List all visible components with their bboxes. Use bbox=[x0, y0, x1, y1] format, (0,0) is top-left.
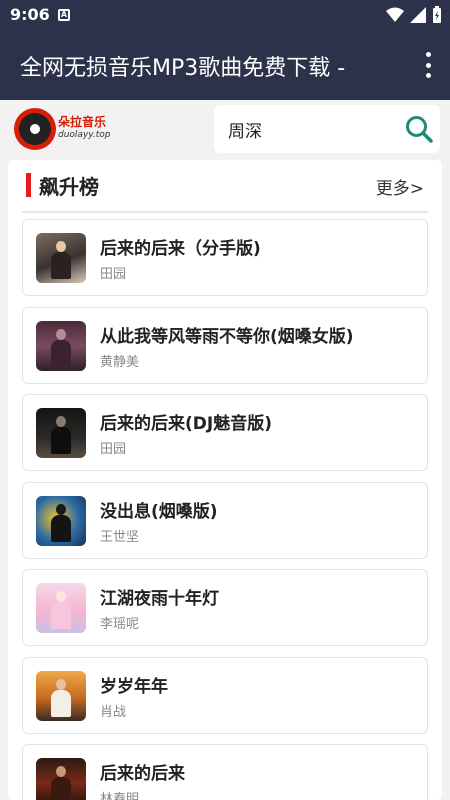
header: 朵拉音乐 duolayy.top bbox=[0, 100, 450, 158]
status-icons bbox=[386, 6, 442, 24]
song-item[interactable]: 岁岁年年 肖战 bbox=[22, 656, 428, 734]
album-cover bbox=[36, 670, 86, 721]
status-time: 9:06 bbox=[10, 5, 50, 24]
song-item[interactable]: 后来的后来（分手版) 田园 bbox=[22, 219, 428, 296]
song-artist: 李瑶呢 bbox=[100, 617, 140, 632]
album-cover bbox=[36, 583, 86, 633]
vinyl-disc-icon bbox=[14, 108, 56, 150]
song-title: 没出息(烟嗓版) bbox=[100, 501, 218, 522]
search-box bbox=[214, 105, 440, 153]
section-title: 飙升榜 bbox=[39, 174, 99, 199]
song-artist: 黄静美 bbox=[100, 354, 140, 370]
album-cover bbox=[36, 233, 86, 283]
song-title: 江湖夜雨十年灯 bbox=[100, 589, 219, 609]
song-item[interactable]: 后来的后来(DJ魅音版) 田园 bbox=[22, 394, 428, 471]
logo[interactable]: 朵拉音乐 duolayy.top bbox=[14, 107, 114, 151]
sim-icon: A bbox=[58, 9, 70, 21]
song-artist: 肖战 bbox=[100, 704, 127, 720]
battery-icon bbox=[433, 6, 441, 23]
song-item[interactable]: 江湖夜雨十年灯 李瑶呢 bbox=[22, 569, 428, 646]
more-link[interactable]: 更多> bbox=[376, 174, 424, 199]
song-title: 后来的后来(DJ魅音版) bbox=[100, 414, 272, 434]
song-title: 后来的后来 bbox=[100, 764, 185, 784]
app-title: 全网无损音乐MP3歌曲免费下载 - bbox=[20, 56, 346, 81]
album-cover bbox=[36, 495, 86, 546]
section-header: 飙升榜 bbox=[26, 172, 99, 199]
app-bar: 全网无损音乐MP3歌曲免费下载 - bbox=[0, 30, 450, 100]
song-artist: 田园 bbox=[100, 267, 127, 282]
song-artist: 田园 bbox=[100, 442, 127, 457]
chart-panel: 飙升榜 更多> 后来的后来（分手版) 田园 从此我等风等雨不等你(烟嗓女版) 黄… bbox=[8, 160, 442, 800]
album-cover bbox=[36, 320, 86, 371]
album-cover bbox=[36, 758, 86, 800]
search-icon[interactable] bbox=[404, 114, 434, 144]
logo-url: duolayy.top bbox=[58, 130, 111, 140]
signal-icon bbox=[410, 7, 426, 23]
song-title: 后来的后来（分手版) bbox=[100, 239, 261, 259]
song-item[interactable]: 从此我等风等雨不等你(烟嗓女版) 黄静美 bbox=[22, 306, 428, 384]
status-bar: 9:06 A bbox=[0, 0, 450, 30]
song-item[interactable]: 后来的后来 林春明 bbox=[22, 744, 428, 800]
song-artist: 林春明 bbox=[100, 792, 140, 800]
song-list: 后来的后来（分手版) 田园 从此我等风等雨不等你(烟嗓女版) 黄静美 后来的后来… bbox=[22, 219, 428, 800]
divider bbox=[22, 211, 428, 213]
song-artist: 王世坚 bbox=[100, 529, 140, 545]
song-item[interactable]: 没出息(烟嗓版) 王世坚 bbox=[22, 481, 428, 559]
song-title: 从此我等风等雨不等你(烟嗓女版) bbox=[100, 326, 354, 347]
search-input[interactable] bbox=[228, 115, 398, 143]
wifi-icon bbox=[386, 7, 404, 22]
song-title: 岁岁年年 bbox=[100, 676, 168, 697]
overflow-menu-icon[interactable] bbox=[420, 52, 436, 78]
album-cover bbox=[36, 408, 86, 458]
section-accent-bar bbox=[26, 173, 31, 197]
logo-name: 朵拉音乐 bbox=[58, 115, 107, 129]
